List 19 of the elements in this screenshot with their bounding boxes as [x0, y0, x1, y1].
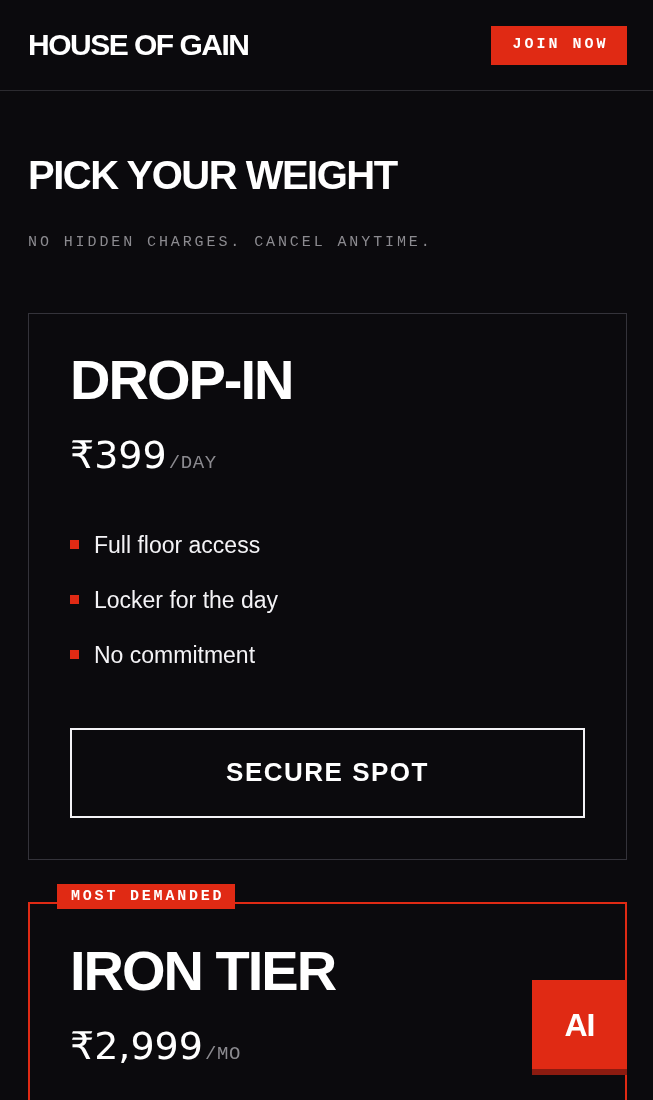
feature-text: No commitment	[94, 640, 256, 670]
plan-price: ₹399	[70, 436, 167, 474]
price-period: /DAY	[168, 451, 217, 476]
square-bullet-icon	[70, 540, 79, 549]
join-button[interactable]: JOIN NOW	[491, 25, 627, 65]
plan-badge: MOST DEMANDED	[57, 883, 236, 909]
feature-text: Full floor access	[94, 530, 261, 560]
price-period: /MO	[204, 1041, 241, 1067]
section-subtitle: NO HIDDEN CHARGES. CANCEL ANYTIME.	[28, 234, 433, 252]
feature-text: Locker for the day	[94, 585, 279, 615]
square-bullet-icon	[70, 595, 79, 604]
plan-name: DROP-IN	[70, 352, 293, 408]
section-title: PICK YOUR WEIGHT	[28, 155, 397, 195]
plan-name: IRON TIER	[70, 942, 336, 999]
brand-logo[interactable]: HOUSE OF GAIN	[28, 30, 249, 60]
cta-button[interactable]: SECURE SPOT	[70, 727, 585, 818]
square-bullet-icon	[70, 650, 79, 659]
plan-price: ₹2,999	[70, 1026, 203, 1065]
ai-button[interactable]: AI	[532, 980, 627, 1075]
